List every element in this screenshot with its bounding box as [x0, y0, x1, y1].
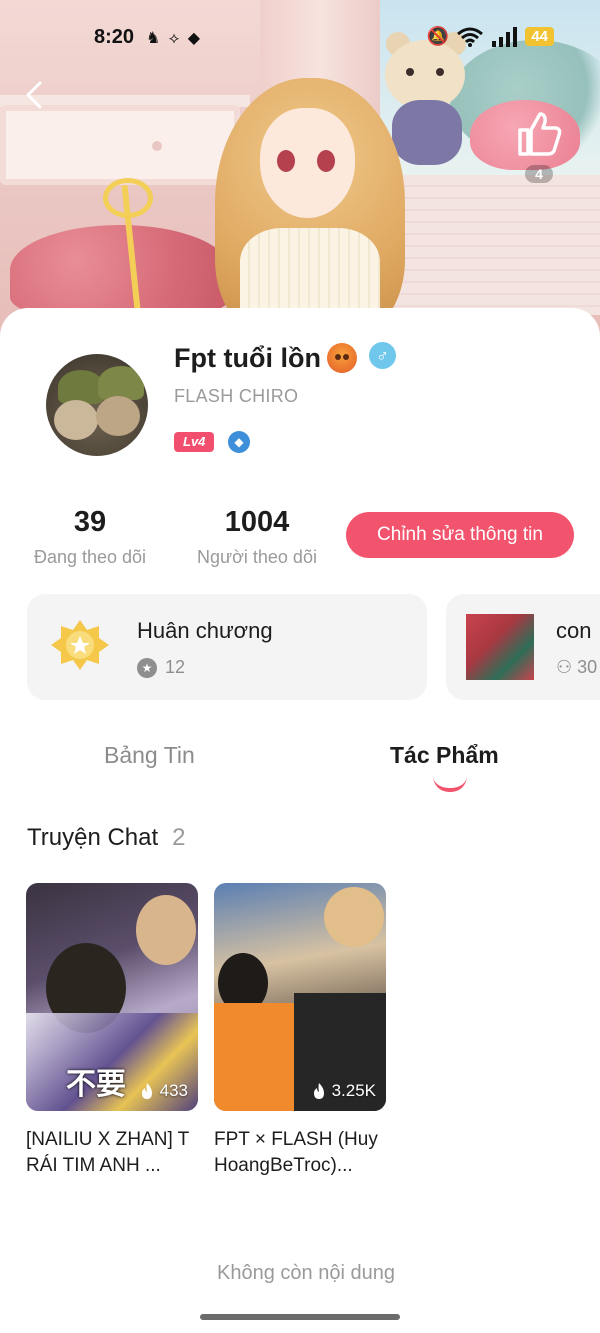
thumbs-up-icon	[518, 112, 562, 156]
profile-subname: FLASH CHIRO	[174, 386, 299, 406]
status-time: 8:20	[94, 26, 135, 48]
diamond-icon[interactable]: ◆	[228, 431, 250, 453]
group-card[interactable]: con ⚇ 30	[446, 594, 600, 700]
status-right-icons: 🔕 44	[427, 26, 554, 47]
section-title: Truyện Chat	[27, 824, 159, 851]
flame-icon	[313, 1083, 324, 1099]
notification-icons: ♞ ⟡ ◆	[146, 30, 203, 47]
story-title: FPT × FLASH (HuyHoangBeTroc)...	[214, 1129, 378, 1176]
followers-stat[interactable]: 1004 Người theo dõi	[188, 506, 326, 568]
cover-dresser-knob	[152, 141, 162, 151]
home-indicator[interactable]	[200, 1314, 400, 1320]
cover-dresser	[0, 105, 240, 185]
battery-indicator: 44	[525, 27, 554, 46]
avatar[interactable]	[46, 354, 148, 456]
medal-meta: ★ 12	[137, 657, 185, 678]
story-cover: 不要 433	[26, 883, 198, 1111]
edit-profile-button[interactable]: Chỉnh sửa thông tin	[346, 512, 574, 558]
medal-count: 12	[165, 657, 186, 677]
back-arrow-icon	[26, 81, 42, 109]
story-views: 433	[140, 1081, 188, 1101]
flame-icon	[141, 1083, 152, 1099]
tab-works[interactable]: Tác Phẩm	[390, 742, 499, 769]
section-count: 2	[172, 824, 186, 851]
tab-feed[interactable]: Bảng Tin	[104, 742, 195, 769]
medal-icon	[51, 620, 109, 670]
mute-icon: 🔕	[426, 26, 450, 46]
following-label: Đang theo dõi	[33, 547, 147, 567]
medal-card[interactable]: Huân chương ★ 12	[27, 594, 427, 700]
section-header: Truyện Chat 2	[27, 824, 186, 852]
profile-name-text: Fpt tuổi lồn	[174, 342, 321, 373]
medal-title: Huân chương	[137, 618, 273, 643]
followers-count: 1004	[224, 506, 290, 538]
cover-character	[215, 78, 405, 340]
back-button[interactable]	[22, 80, 54, 112]
story-cover: 3.25K	[214, 883, 386, 1111]
following-count: 39	[73, 506, 107, 538]
story-cover-text: 不要	[66, 1068, 126, 1101]
followers-label: Người theo dõi	[197, 547, 317, 567]
male-icon: ♂	[369, 342, 396, 369]
group-meta: ⚇ 30	[556, 657, 597, 678]
cover-stool	[10, 225, 230, 315]
end-of-content-note: Không còn nội dung	[217, 1262, 395, 1284]
cover-cabinet	[380, 175, 600, 315]
story-view-count: 433	[159, 1081, 188, 1100]
profile-sheet	[0, 308, 600, 1333]
story-card[interactable]: 不要 433 [NAILIU X ZHAN] TRÁI TIM ANH ...	[26, 883, 198, 1179]
story-title: [NAILIU X ZHAN] TRÁI TIM ANH ...	[26, 1129, 190, 1176]
following-stat[interactable]: 39 Đang theo dõi	[28, 506, 152, 568]
story-card[interactable]: 3.25K FPT × FLASH (HuyHoangBeTroc)...	[214, 883, 386, 1179]
level-badge[interactable]: Lv4	[174, 432, 215, 452]
people-icon: ⚇	[556, 657, 573, 677]
like-button[interactable]: 4	[512, 110, 566, 183]
profile-name: Fpt tuổi lồn	[174, 340, 357, 376]
story-view-count: 3.25K	[331, 1081, 376, 1100]
star-icon: ★	[137, 657, 157, 678]
group-count: 30	[577, 657, 598, 677]
status-bar: 8:20 ♞ ⟡ ◆ 🔕 44	[0, 22, 600, 54]
signal-icon	[492, 26, 518, 47]
group-title: con	[556, 618, 592, 643]
angry-emoji-icon	[326, 343, 357, 373]
group-thumbnail	[466, 614, 534, 680]
wifi-icon	[457, 27, 484, 47]
story-views: 3.25K	[312, 1081, 376, 1101]
like-count: 4	[525, 165, 553, 183]
